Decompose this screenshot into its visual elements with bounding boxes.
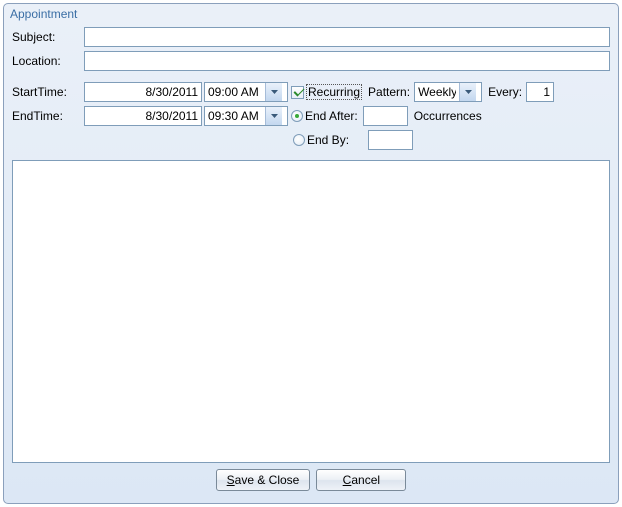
end-date-input[interactable] <box>84 106 202 126</box>
notes-area[interactable] <box>12 160 610 463</box>
occurrences-label: Occurrences <box>414 109 482 123</box>
end-by-radio[interactable]: End By: <box>293 133 349 147</box>
end-row: EndTime: End After: Occurrences <box>12 106 610 126</box>
location-input[interactable] <box>84 51 610 71</box>
subject-label: Subject: <box>12 30 84 44</box>
chevron-down-icon[interactable] <box>459 83 476 101</box>
pattern-input[interactable] <box>415 83 459 101</box>
start-row: StartTime: Recurring Pattern: Every: <box>12 82 610 102</box>
end-after-radio[interactable]: End After: <box>291 109 358 123</box>
end-time-combobox[interactable] <box>204 106 288 126</box>
radio-icon <box>291 110 303 122</box>
subject-input[interactable] <box>84 27 610 47</box>
save-close-button[interactable]: Save & Close <box>216 469 311 491</box>
end-time-input[interactable] <box>205 107 265 125</box>
pattern-combobox[interactable] <box>414 82 482 102</box>
subject-row: Subject: <box>12 27 610 47</box>
start-label: StartTime: <box>12 85 84 99</box>
appointment-window: Appointment Subject: Location: StartTime… <box>3 3 619 504</box>
end-after-input[interactable] <box>363 106 408 126</box>
end-by-label: End By: <box>307 133 349 147</box>
footer: Save & Close Cancel <box>12 463 610 495</box>
every-input[interactable] <box>526 82 554 102</box>
end-after-label: End After: <box>305 109 358 123</box>
content-area: Subject: Location: StartTime: Recurring … <box>4 22 618 503</box>
location-row: Location: <box>12 51 610 71</box>
end-label: EndTime: <box>12 109 84 123</box>
start-time-combobox[interactable] <box>204 82 288 102</box>
checkbox-icon <box>291 86 304 99</box>
recurring-label: Recurring <box>306 84 362 100</box>
start-date-input[interactable] <box>84 82 202 102</box>
endby-row: End By: <box>290 130 610 150</box>
window-title: Appointment <box>4 4 618 22</box>
start-time-input[interactable] <box>205 83 265 101</box>
pattern-label: Pattern: <box>368 85 410 99</box>
chevron-down-icon[interactable] <box>265 83 282 101</box>
location-label: Location: <box>12 54 84 68</box>
chevron-down-icon[interactable] <box>265 107 282 125</box>
end-by-input[interactable] <box>368 130 413 150</box>
radio-icon <box>293 134 305 146</box>
cancel-button[interactable]: Cancel <box>316 469 406 491</box>
every-label: Every: <box>488 85 522 99</box>
recurring-checkbox[interactable]: Recurring <box>291 84 362 100</box>
